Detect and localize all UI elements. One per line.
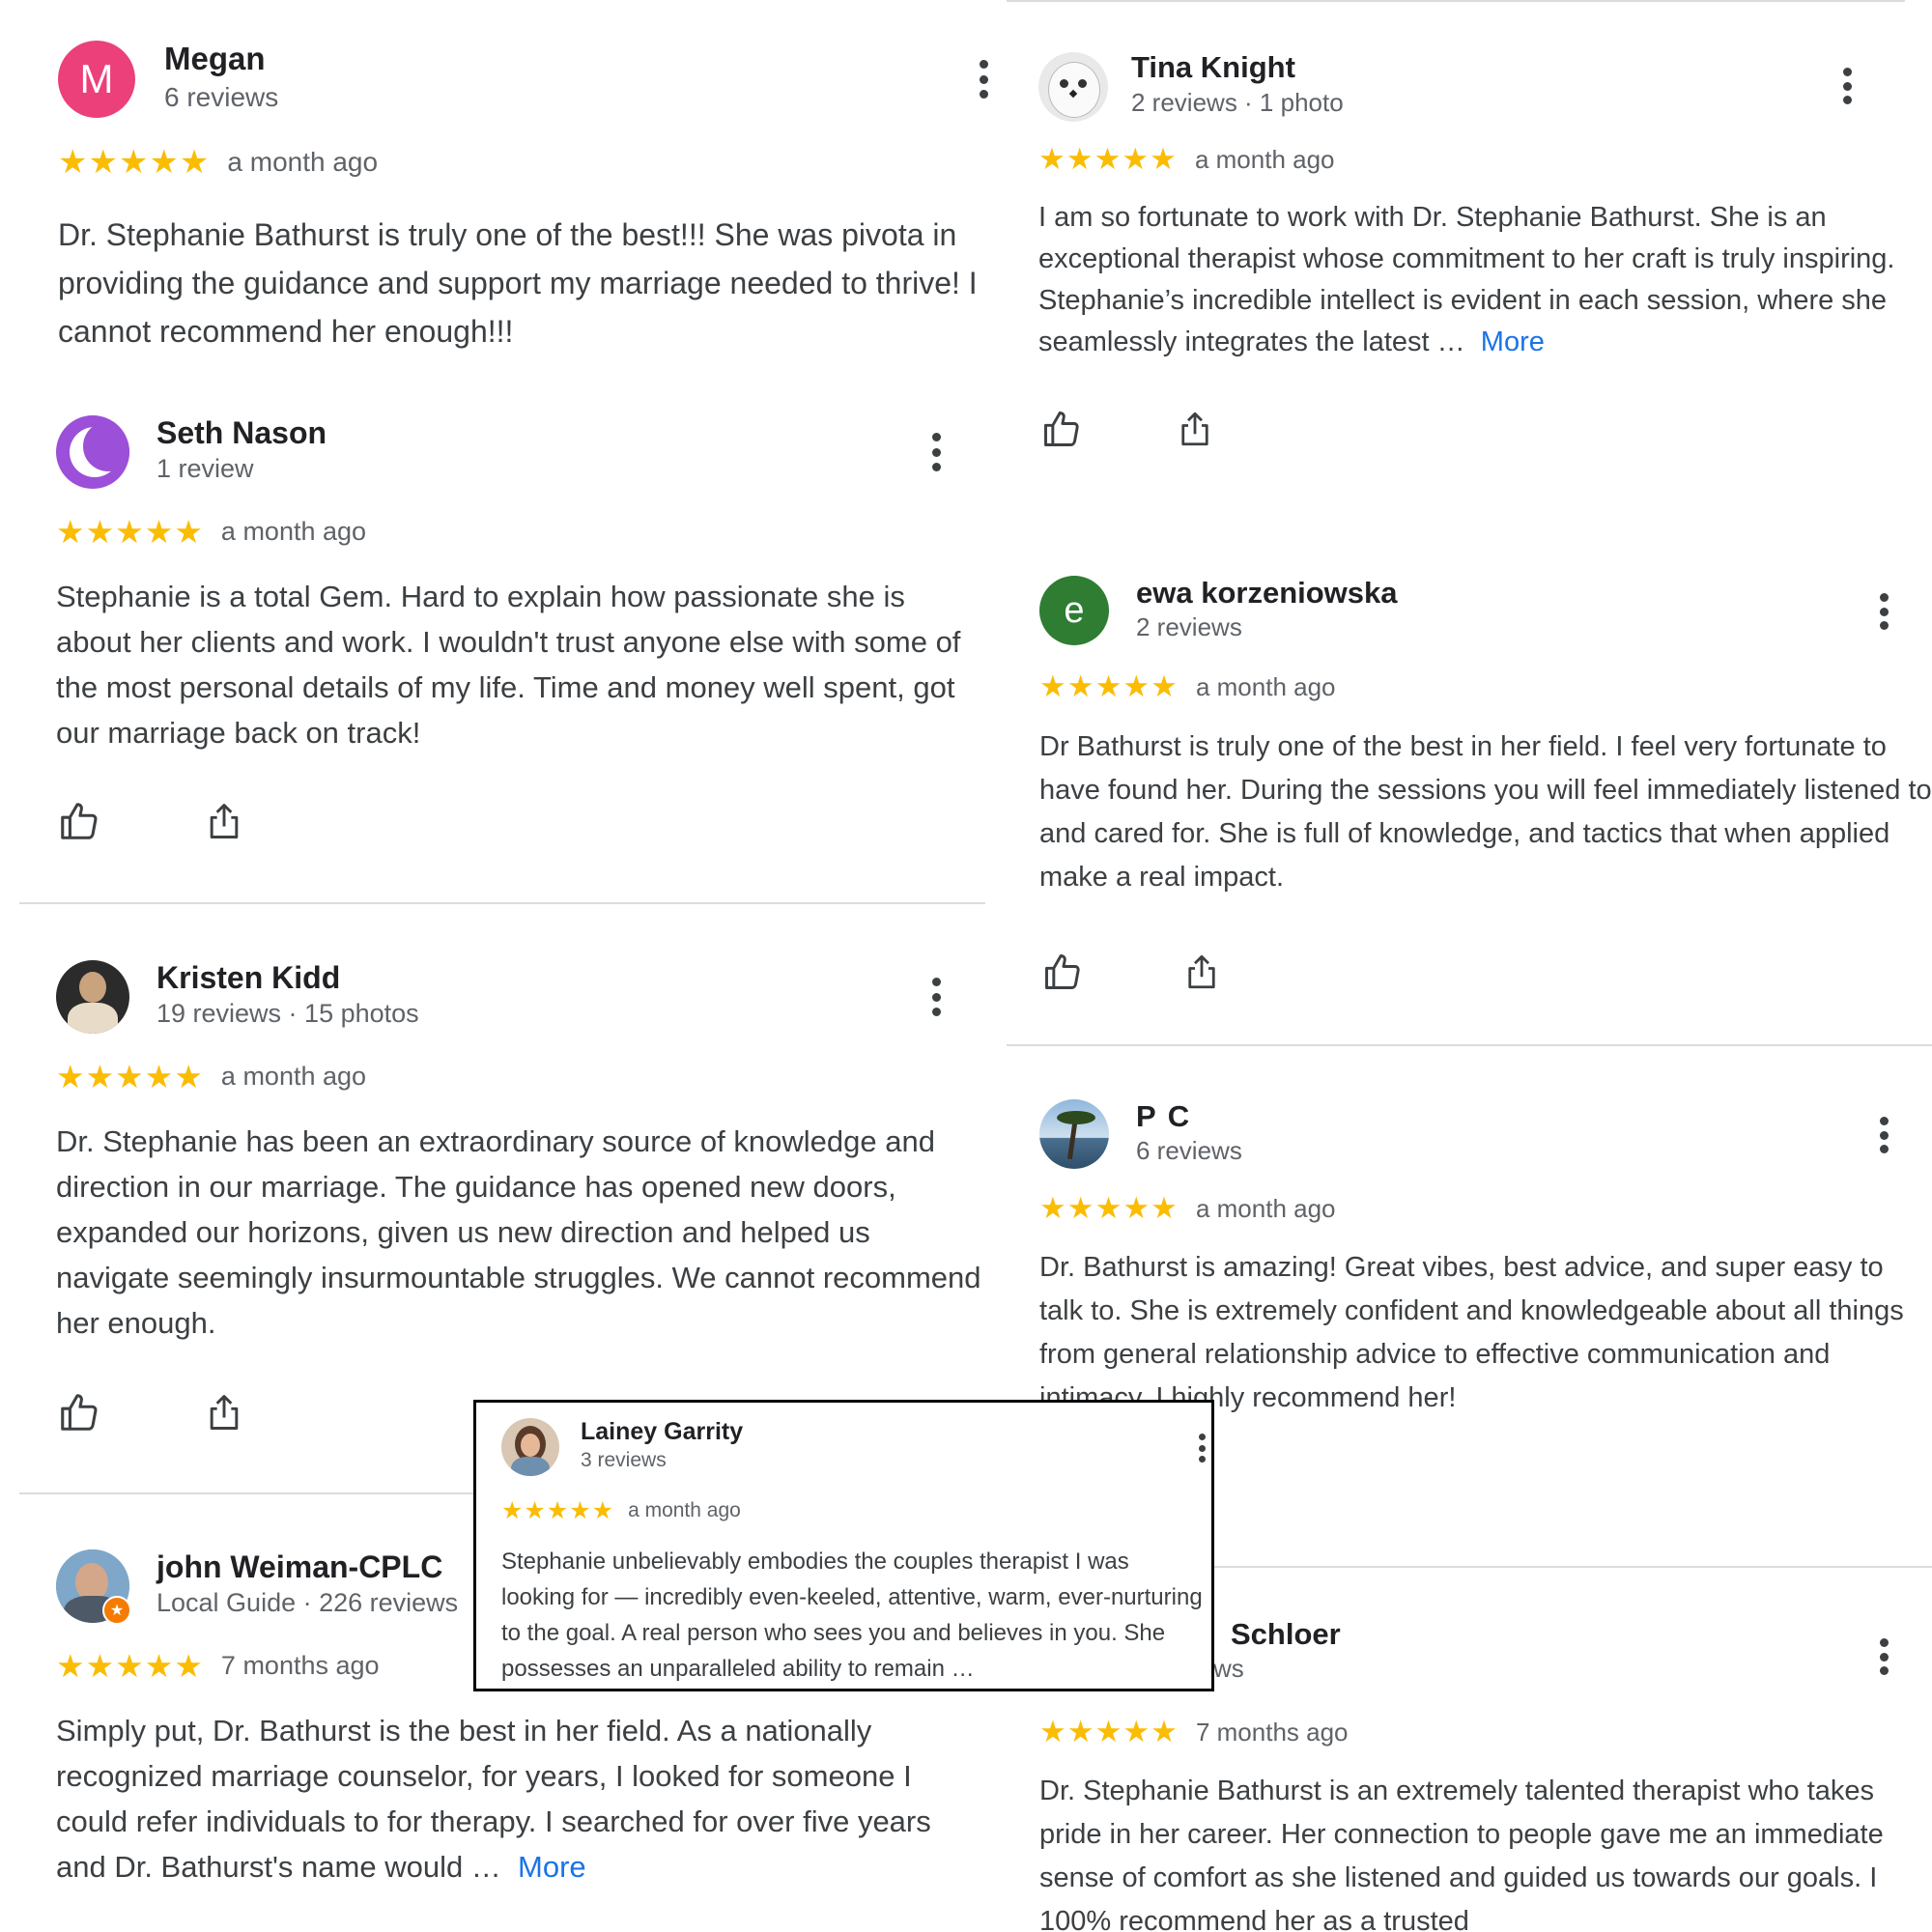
review-text-body: Simply put, Dr. Bathurst is the best in …	[56, 1714, 931, 1884]
star-rating: ★★★★★	[1039, 1715, 1179, 1748]
review-date: a month ago	[628, 1499, 741, 1521]
share-icon[interactable]	[201, 1389, 247, 1435]
star-rating: ★★★★★	[58, 144, 211, 181]
reviewer-meta: 3 reviews	[581, 1449, 667, 1471]
share-icon[interactable]	[1172, 406, 1218, 452]
more-options-icon[interactable]	[1876, 593, 1891, 630]
review-date: a month ago	[1195, 1193, 1336, 1223]
review-card-ewa: e ewa korzeniowska 2 reviews ★★★★★ a mon…	[1039, 574, 1932, 1018]
thumbs-up-icon[interactable]	[56, 798, 102, 844]
reviewer-name[interactable]: Megan	[164, 41, 266, 77]
reviewer-name[interactable]: Seth Nason	[156, 415, 327, 451]
review-date: 7 months ago	[220, 1650, 380, 1680]
review-text: Dr. Stephanie has been an extraordinary …	[56, 1124, 981, 1340]
review-text: Stephanie unbelievably embodies the coup…	[501, 1548, 1203, 1682]
review-text: Dr Bathurst is truly one of the best in …	[1039, 731, 1932, 893]
review-date: a month ago	[220, 1061, 367, 1091]
star-rating: ★★★★★	[501, 1497, 615, 1524]
review-date: a month ago	[1195, 671, 1336, 701]
reviewer-meta: 19 reviews · 15 photos	[156, 999, 419, 1028]
avatar[interactable]	[501, 1418, 559, 1476]
thumbs-up-icon[interactable]	[56, 1389, 102, 1435]
avatar[interactable]	[56, 960, 129, 1034]
owl-photo[interactable]	[1038, 52, 1108, 122]
more-link[interactable]: More	[518, 1850, 586, 1884]
palm-tree-photo[interactable]	[1039, 1099, 1109, 1169]
review-text: I am so fortunate to work with Dr. Steph…	[1038, 197, 1932, 363]
reviewer-name[interactable]: Schloer	[1231, 1617, 1341, 1652]
divider-right-1	[1007, 1044, 1932, 1046]
reviewer-name[interactable]: Kristen Kidd	[156, 960, 340, 996]
review-card-seth: Seth Nason 1 review ★★★★★ a month ago St…	[56, 413, 983, 858]
reviewer-meta: 6 reviews	[164, 82, 279, 112]
review-card-megan: M Megan 6 reviews ★★★★★ a month ago Dr. …	[58, 39, 1009, 357]
star-rating: ★★★★★	[56, 1058, 204, 1094]
reviewer-meta: 2 reviews · 1 photo	[1131, 88, 1344, 117]
review-date: a month ago	[227, 147, 379, 177]
reviewer-name[interactable]: Tina Knight	[1131, 50, 1295, 85]
share-icon[interactable]	[1179, 949, 1225, 995]
reviewer-meta: Local Guide · 226 reviews	[156, 1588, 459, 1617]
star-rating: ★★★★★	[56, 513, 204, 550]
more-options-icon[interactable]	[1194, 1434, 1209, 1463]
reviewer-name[interactable]: P C	[1136, 1099, 1191, 1134]
more-options-icon[interactable]	[928, 433, 944, 471]
more-options-icon[interactable]	[1839, 68, 1855, 104]
top-divider-right	[1007, 0, 1905, 2]
reviewer-name[interactable]: Lainey Garrity	[581, 1418, 743, 1446]
local-guide-badge-icon: ★	[102, 1596, 131, 1625]
avatar-letter: M	[79, 56, 114, 101]
reviewer-meta: 6 reviews	[1136, 1136, 1242, 1165]
review-text-body: I am so fortunate to work with Dr. Steph…	[1038, 202, 1895, 357]
more-options-icon[interactable]	[1876, 1117, 1891, 1153]
review-date: a month ago	[220, 516, 367, 546]
star-rating: ★★★★★	[1039, 1191, 1179, 1225]
star-rating: ★★★★★	[1038, 142, 1178, 176]
reviewer-meta: ws	[1213, 1654, 1244, 1683]
star-rating: ★★★★★	[1039, 669, 1179, 703]
share-icon[interactable]	[201, 798, 247, 844]
review-text: Dr. Bathurst is amazing! Great vibes, be…	[1039, 1252, 1904, 1413]
avatar-letter: e	[1064, 589, 1085, 631]
more-options-icon[interactable]	[976, 60, 991, 99]
divider-left-1	[19, 902, 985, 904]
review-text: Dr. Stephanie Bathurst is an extremely t…	[1039, 1776, 1884, 1932]
review-card-kristen: Kristen Kidd 19 reviews · 15 photos ★★★★…	[56, 958, 983, 1451]
reviewer-meta: 1 review	[156, 454, 254, 483]
more-options-icon[interactable]	[1876, 1638, 1891, 1675]
avatar[interactable]: M	[58, 41, 135, 118]
more-link[interactable]: More	[1481, 327, 1545, 357]
review-text: Stephanie is a total Gem. Hard to explai…	[56, 580, 961, 750]
star-rating: ★★★★★	[56, 1647, 204, 1684]
review-date: a month ago	[1194, 144, 1335, 174]
review-card-tina: Tina Knight 2 reviews · 1 photo ★★★★★ a …	[1038, 48, 1932, 454]
review-date: 7 months ago	[1195, 1717, 1349, 1747]
more-options-icon[interactable]	[928, 978, 944, 1016]
reviewer-name[interactable]: ewa korzeniowska	[1136, 576, 1398, 611]
crescent-moon-icon[interactable]	[56, 415, 129, 489]
review-text: Dr. Stephanie Bathurst is truly one of t…	[58, 217, 978, 349]
avatar[interactable]: ★	[56, 1549, 131, 1625]
avatar[interactable]: e	[1039, 576, 1109, 645]
thumbs-up-icon[interactable]	[1039, 949, 1086, 995]
review-text: Simply put, Dr. Bathurst is the best in …	[56, 1708, 983, 1889]
review-card-pc: P C 6 reviews ★★★★★ a month ago Dr. Bath…	[1039, 1097, 1932, 1426]
reviewer-meta: 2 reviews	[1136, 612, 1242, 641]
thumbs-up-icon[interactable]	[1038, 406, 1085, 452]
reviewer-name[interactable]: john Weiman-CPLC	[156, 1549, 442, 1585]
review-card-lainey-overlay: Lainey Garrity 3 reviews ★★★★★ a month a…	[473, 1400, 1214, 1691]
